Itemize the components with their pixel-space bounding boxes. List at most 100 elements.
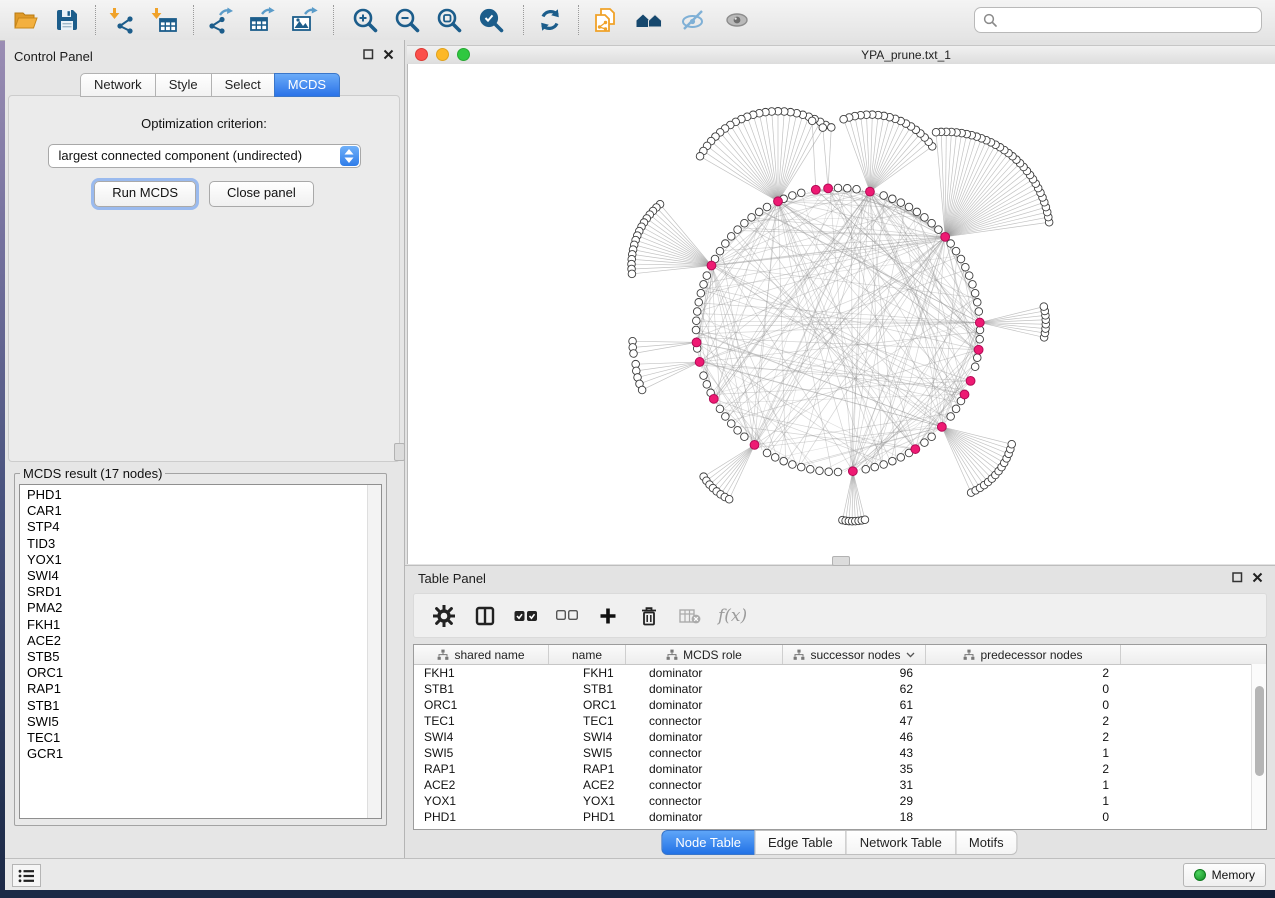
unselect-all-columns-button[interactable]: [554, 603, 580, 629]
mcds-result-item[interactable]: ACE2: [20, 633, 367, 649]
network-window-titlebar[interactable]: YPA_prune.txt_1: [407, 45, 1275, 65]
search-input[interactable]: [1003, 12, 1261, 29]
table-row[interactable]: STB1STB1dominator620: [414, 681, 1266, 697]
mcds-result-item[interactable]: CAR1: [20, 503, 367, 519]
table-row[interactable]: ORC1ORC1dominator610: [414, 697, 1266, 713]
mcds-result-item[interactable]: TEC1: [20, 730, 367, 746]
apply-layout-button[interactable]: [533, 3, 567, 37]
horizontal-splitter-handle[interactable]: [832, 556, 850, 566]
mcds-result-item[interactable]: SWI4: [20, 568, 367, 584]
table-row[interactable]: SWI4SWI4dominator462: [414, 729, 1266, 745]
search-icon: [983, 13, 998, 28]
column-header[interactable]: successor nodes: [783, 645, 926, 664]
duplicate-network-button[interactable]: [588, 3, 622, 37]
table-row[interactable]: PHD1PHD1dominator180: [414, 809, 1266, 825]
minimize-window-button[interactable]: [436, 48, 449, 61]
zoom-in-icon: [351, 6, 379, 34]
mcds-result-item[interactable]: STB1: [20, 698, 367, 714]
mcds-result-item[interactable]: FKH1: [20, 617, 367, 633]
create-column-button[interactable]: [595, 603, 621, 629]
network-graph[interactable]: [408, 64, 1275, 564]
mcds-result-item[interactable]: GCR1: [20, 746, 367, 762]
column-header[interactable]: predecessor nodes: [926, 645, 1121, 664]
table-settings-button[interactable]: [431, 603, 457, 629]
table-row[interactable]: ACE2ACE2connector311: [414, 777, 1266, 793]
tab-select[interactable]: Select: [211, 73, 275, 97]
show-all-button[interactable]: [720, 3, 754, 37]
column-header[interactable]: MCDS role: [626, 645, 783, 664]
import-network-button[interactable]: [105, 3, 139, 37]
mcds-result-item[interactable]: STP4: [20, 519, 367, 535]
network-canvas[interactable]: [407, 64, 1275, 564]
table-scrollbar-track[interactable]: [1251, 664, 1266, 829]
mcds-result-item[interactable]: YOX1: [20, 552, 367, 568]
table-row[interactable]: SWI5SWI5connector431: [414, 745, 1266, 761]
column-header[interactable]: name: [549, 645, 626, 664]
trash-icon: [639, 605, 659, 627]
zoom-selected-button[interactable]: [474, 3, 508, 37]
select-all-columns-button[interactable]: [513, 603, 539, 629]
mcds-network-node: [975, 318, 984, 327]
tab-network-table[interactable]: Network Table: [846, 830, 956, 855]
close-panel-icon[interactable]: [383, 49, 394, 60]
mcds-network-node: [911, 445, 920, 454]
zoom-out-button[interactable]: [390, 3, 424, 37]
houses-icon: [635, 6, 663, 34]
maximize-window-button[interactable]: [457, 48, 470, 61]
export-table-button[interactable]: [245, 3, 279, 37]
task-history-button[interactable]: [12, 864, 41, 887]
tab-motifs[interactable]: Motifs: [955, 830, 1018, 855]
export-network-button[interactable]: [203, 3, 237, 37]
delete-columns-button[interactable]: [636, 603, 662, 629]
save-session-button[interactable]: [50, 3, 84, 37]
mcds-result-item[interactable]: PHD1: [20, 487, 367, 503]
mcds-result-item[interactable]: SWI5: [20, 714, 367, 730]
table-cell: TEC1: [549, 714, 626, 728]
mcds-result-item[interactable]: TID3: [20, 536, 367, 552]
first-neighbors-button[interactable]: [632, 3, 666, 37]
mcds-result-item[interactable]: SRD1: [20, 584, 367, 600]
mcds-result-item[interactable]: ORC1: [20, 665, 367, 681]
table-row[interactable]: FKH1FKH1dominator962: [414, 665, 1266, 681]
mcds-result-item[interactable]: STB5: [20, 649, 367, 665]
network-node: [889, 195, 897, 203]
close-panel-icon[interactable]: [1252, 572, 1263, 583]
toolbar-separator: [333, 5, 334, 35]
network-node: [825, 468, 833, 476]
column-header-label: name: [572, 648, 602, 662]
vertical-splitter-handle[interactable]: [394, 443, 405, 461]
run-mcds-button[interactable]: Run MCDS: [94, 181, 196, 207]
close-panel-button[interactable]: Close panel: [209, 181, 314, 207]
float-panel-icon[interactable]: [363, 49, 374, 60]
tab-network[interactable]: Network: [80, 73, 156, 97]
table-row[interactable]: RAP1RAP1dominator352: [414, 761, 1266, 777]
import-table-button[interactable]: [147, 3, 181, 37]
memory-button[interactable]: Memory: [1183, 863, 1266, 887]
table-row[interactable]: TEC1TEC1connector472: [414, 713, 1266, 729]
tab-mcds[interactable]: MCDS: [274, 73, 340, 97]
search-field[interactable]: [974, 7, 1262, 33]
show-column-button[interactable]: [472, 603, 498, 629]
network-node: [928, 433, 936, 441]
tab-node-table[interactable]: Node Table: [661, 830, 755, 855]
float-panel-icon[interactable]: [1232, 572, 1243, 583]
table-scrollbar-thumb[interactable]: [1255, 686, 1264, 776]
save-icon: [53, 6, 81, 34]
tab-style[interactable]: Style: [155, 73, 212, 97]
mcds-result-item[interactable]: PMA2: [20, 600, 367, 616]
tab-edge-table[interactable]: Edge Table: [754, 830, 847, 855]
table-row[interactable]: YOX1YOX1connector291: [414, 793, 1266, 809]
zoom-in-button[interactable]: [348, 3, 382, 37]
close-window-button[interactable]: [415, 48, 428, 61]
table-cell: YOX1: [414, 794, 549, 808]
control-panel-tabs: Network Style Select MCDS: [81, 73, 340, 97]
network-node: [947, 240, 955, 248]
column-header[interactable]: shared name: [414, 645, 549, 664]
open-file-button[interactable]: [8, 3, 42, 37]
criterion-select[interactable]: largest connected component (undirected): [48, 144, 361, 168]
hide-selected-button[interactable]: [676, 3, 710, 37]
zoom-fit-button[interactable]: [432, 3, 466, 37]
mcds-list-scrollbar[interactable]: [367, 485, 381, 818]
mcds-result-item[interactable]: RAP1: [20, 681, 367, 697]
export-image-button[interactable]: [287, 3, 321, 37]
